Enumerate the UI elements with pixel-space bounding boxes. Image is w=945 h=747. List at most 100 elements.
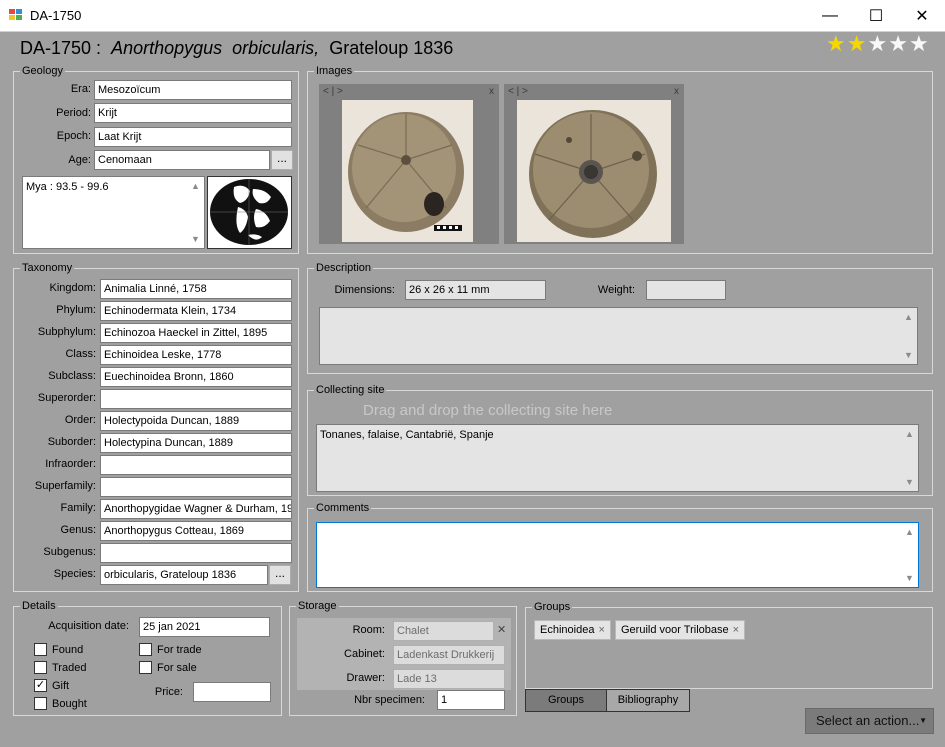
for-sale-checkbox[interactable]: For sale bbox=[139, 661, 197, 674]
specimen-author: Grateloup 1836 bbox=[329, 38, 454, 58]
nbr-specimen-label: Nbr specimen: bbox=[354, 694, 425, 706]
specimen-photo-top bbox=[342, 100, 473, 242]
star-empty-icon[interactable]: ★ bbox=[909, 33, 929, 55]
star-filled-icon[interactable]: ★ bbox=[826, 33, 846, 55]
acquisition-date-label: Acquisition date: bbox=[48, 620, 129, 632]
genus-field[interactable]: Anorthopygus Cotteau, 1869 bbox=[100, 521, 292, 541]
genus-label: Genus: bbox=[60, 524, 96, 536]
star-filled-icon[interactable]: ★ bbox=[847, 33, 867, 55]
room-field[interactable]: Chalet bbox=[393, 621, 494, 641]
class-field[interactable]: Echinoidea Leske, 1778 bbox=[100, 345, 292, 365]
mya-scrollbar[interactable]: ▲ ▼ bbox=[188, 178, 203, 247]
subphylum-label: Subphylum: bbox=[37, 326, 96, 338]
window-title: DA-1750 bbox=[30, 8, 82, 23]
image-panel-1[interactable]: < | > x bbox=[319, 84, 499, 244]
mya-textbox[interactable]: Mya : 93.5 - 99.6 ▲ ▼ bbox=[22, 176, 205, 249]
bought-checkbox-label: Bought bbox=[52, 697, 87, 710]
bought-checkbox-box[interactable] bbox=[34, 697, 47, 710]
species-field[interactable]: orbicularis, Grateloup 1836 bbox=[100, 565, 268, 585]
collecting-site-scrollbar[interactable]: ▲ ▼ bbox=[902, 426, 917, 490]
family-label: Family: bbox=[60, 502, 96, 514]
weight-label: Weight: bbox=[597, 284, 635, 296]
storage-title: Storage bbox=[296, 599, 339, 613]
found-checkbox[interactable]: Found bbox=[34, 643, 83, 656]
acquisition-date-field[interactable]: 25 jan 2021 bbox=[139, 617, 270, 637]
family-field[interactable]: Anorthopygidae Wagner & Durham, 196 bbox=[100, 499, 292, 519]
for-trade-checkbox-box[interactable] bbox=[139, 643, 152, 656]
rating-stars[interactable]: ★ ★ ★ ★ ★ bbox=[826, 33, 929, 55]
price-field[interactable] bbox=[193, 682, 271, 702]
subgenus-field[interactable] bbox=[100, 543, 292, 563]
geology-group: Geology Era: Mesozoïcum Period: Krijt Ep… bbox=[13, 64, 299, 254]
chevron-down-icon: ▼ bbox=[919, 716, 927, 725]
tab-bibliography[interactable]: Bibliography bbox=[606, 689, 690, 712]
image-close-icon[interactable]: x bbox=[674, 86, 679, 97]
app-icon bbox=[9, 9, 23, 21]
description-textbox[interactable]: ▲ ▼ bbox=[319, 307, 918, 365]
bought-checkbox[interactable]: Bought bbox=[34, 697, 87, 710]
era-label: Era: bbox=[70, 83, 91, 95]
star-empty-icon[interactable]: ★ bbox=[888, 33, 908, 55]
superfamily-field[interactable] bbox=[100, 477, 292, 497]
superorder-label: Superorder: bbox=[37, 392, 96, 404]
collecting-site-drop-hint[interactable]: Drag and drop the collecting site here bbox=[363, 402, 612, 419]
group-tag-geruild[interactable]: Geruild voor Trilobase × bbox=[615, 620, 746, 640]
species-label: Species: bbox=[53, 568, 96, 580]
star-empty-icon[interactable]: ★ bbox=[867, 33, 887, 55]
kingdom-field[interactable]: Animalia Linné, 1758 bbox=[100, 279, 292, 299]
minimize-button[interactable]: — bbox=[807, 0, 853, 32]
nbr-specimen-field[interactable]: 1 bbox=[437, 690, 505, 710]
species-browse-button[interactable]: ... bbox=[269, 565, 291, 585]
select-action-dropdown[interactable]: Select an action... ▼ bbox=[805, 708, 934, 734]
remove-tag-icon[interactable]: × bbox=[733, 624, 739, 636]
room-clear-icon[interactable]: ✕ bbox=[497, 623, 506, 636]
title-bar: DA-1750 — ☐ ✕ bbox=[0, 0, 945, 32]
collecting-site-title: Collecting site bbox=[314, 383, 387, 397]
for-trade-checkbox[interactable]: For trade bbox=[139, 643, 202, 656]
comments-scrollbar[interactable]: ▲ ▼ bbox=[902, 524, 917, 586]
superfamily-label: Superfamily: bbox=[34, 480, 96, 492]
phylum-field[interactable]: Echinodermata Klein, 1734 bbox=[100, 301, 292, 321]
comments-textbox[interactable]: ▲ ▼ bbox=[316, 522, 919, 588]
weight-field[interactable] bbox=[646, 280, 726, 300]
drawer-field[interactable]: Lade 13 bbox=[393, 669, 505, 689]
images-title: Images bbox=[314, 64, 355, 78]
tab-groups[interactable]: Groups bbox=[525, 689, 607, 712]
image-panel-2[interactable]: < | > x bbox=[504, 84, 684, 244]
collecting-site-textbox[interactable]: Tonanes, falaise, Cantabrië, Spanje ▲ ▼ bbox=[316, 424, 919, 492]
price-label: Price: bbox=[154, 686, 183, 698]
maximize-button[interactable]: ☐ bbox=[853, 0, 899, 32]
found-checkbox-box[interactable] bbox=[34, 643, 47, 656]
infraorder-label: Infraorder: bbox=[45, 458, 96, 470]
gift-checkbox-box[interactable]: ✓ bbox=[34, 679, 47, 692]
era-field[interactable]: Mesozoïcum bbox=[94, 80, 292, 100]
image-close-icon[interactable]: x bbox=[489, 86, 494, 97]
subphylum-field[interactable]: Echinozoa Haeckel in Zittel, 1895 bbox=[100, 323, 292, 343]
order-field[interactable]: Holectypoida Duncan, 1889 bbox=[100, 411, 292, 431]
specimen-photo-bottom bbox=[517, 100, 671, 242]
cabinet-field[interactable]: Ladenkast Drukkerij bbox=[393, 645, 505, 665]
group-tag-echinoidea[interactable]: Echinoidea × bbox=[534, 620, 611, 640]
period-field[interactable]: Krijt bbox=[94, 103, 292, 123]
subclass-field[interactable]: Euechinoidea Bronn, 1860 bbox=[100, 367, 292, 387]
dimensions-field[interactable]: 26 x 26 x 11 mm bbox=[405, 280, 546, 300]
gift-checkbox[interactable]: ✓ Gift bbox=[34, 679, 69, 692]
superorder-field[interactable] bbox=[100, 389, 292, 409]
groups-title: Groups bbox=[532, 600, 573, 614]
epoch-field[interactable]: Laat Krijt bbox=[94, 127, 292, 147]
image-nav-1[interactable]: < | > bbox=[323, 86, 343, 97]
traded-checkbox[interactable]: Traded bbox=[34, 661, 86, 674]
age-browse-button[interactable]: ... bbox=[271, 150, 293, 170]
for-sale-checkbox-box[interactable] bbox=[139, 661, 152, 674]
traded-checkbox-box[interactable] bbox=[34, 661, 47, 674]
description-scrollbar[interactable]: ▲ ▼ bbox=[901, 309, 916, 363]
close-button[interactable]: ✕ bbox=[899, 0, 945, 32]
image-nav-2[interactable]: < | > bbox=[508, 86, 528, 97]
infraorder-field[interactable] bbox=[100, 455, 292, 475]
collecting-site-group: Collecting site Drag and drop the collec… bbox=[307, 383, 933, 496]
remove-tag-icon[interactable]: × bbox=[598, 624, 604, 636]
suborder-field[interactable]: Holectypina Duncan, 1889 bbox=[100, 433, 292, 453]
details-group: Details Acquisition date: 25 jan 2021 Fo… bbox=[13, 599, 282, 716]
age-field[interactable]: Cenomaan bbox=[94, 150, 270, 170]
specimen-genus: Anorthopygus bbox=[111, 38, 223, 58]
